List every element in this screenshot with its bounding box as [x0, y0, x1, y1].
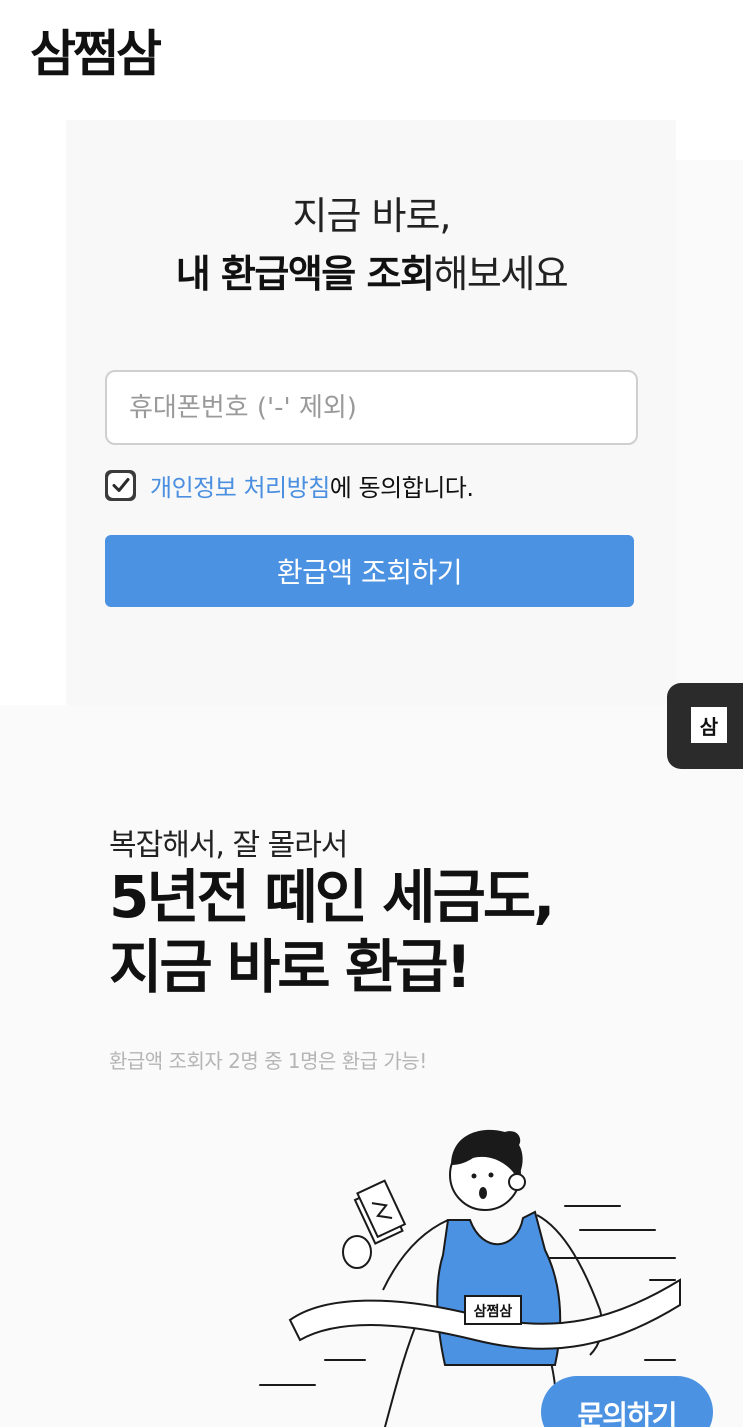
- card-heading-line2: 내 환급액을 조회해보세요: [0, 243, 743, 298]
- lookup-refund-button[interactable]: 환급액 조회하기: [105, 535, 634, 607]
- inquiry-button[interactable]: 문의하기: [541, 1376, 713, 1427]
- promo-headline-line2: 지금 바로 환급!: [109, 933, 472, 1001]
- side-tab[interactable]: 삼: [667, 683, 743, 769]
- agree-suffix: 에 동의합니다.: [329, 473, 474, 502]
- agree-checkbox[interactable]: [105, 469, 136, 501]
- privacy-policy-link[interactable]: 개인정보 처리방침: [150, 474, 330, 502]
- agree-text: 개인정보 처리방침에 동의합니다.: [150, 468, 474, 503]
- logo[interactable]: 삼쩜삼: [30, 14, 162, 86]
- header: 삼쩜삼: [0, 0, 743, 120]
- card-heading-bold: 내 환급액을 조회: [175, 252, 435, 296]
- checkmark-icon: [108, 472, 133, 498]
- promo-note: 환급액 조회자 2명 중 1명은 환급 가능!: [109, 1049, 427, 1073]
- promo-headline: 5년전 떼인 세금도, 지금 바로 환급!: [109, 862, 555, 1002]
- side-margin: [676, 120, 743, 160]
- logo-mark: 삼: [691, 707, 727, 743]
- privacy-agreement: 개인정보 처리방침에 동의합니다.: [105, 468, 474, 502]
- promo-kicker: 복잡해서, 잘 몰라서: [109, 828, 348, 863]
- card-heading-line1: 지금 바로,: [292, 194, 452, 238]
- bib-text: 삼쩜삼: [474, 1303, 513, 1320]
- card-heading-rest: 해보세요: [433, 252, 568, 296]
- phone-number-input[interactable]: [105, 370, 638, 445]
- promo-headline-line1: 5년전 떼인 세금도,: [109, 863, 555, 931]
